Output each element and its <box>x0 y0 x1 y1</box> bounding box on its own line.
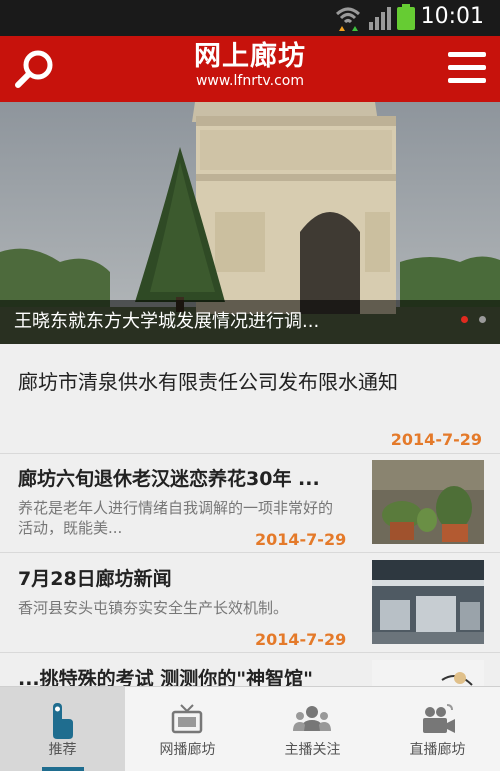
tab-label: 主播关注 <box>284 742 341 758</box>
wifi-icon <box>335 7 361 31</box>
article-title: 廊坊市清泉供水有限责任公司发布限水通知 <box>18 370 398 394</box>
article-title: ...挑特殊的考试 测测你的"神智馆" <box>18 668 314 686</box>
hero-carousel[interactable]: 王晓东就东方大学城发展情况进行调... <box>0 102 500 344</box>
carousel-indicator <box>455 308 486 327</box>
tab-label: 网播廊坊 <box>159 742 216 758</box>
status-bar: 10:01 <box>0 0 500 36</box>
menu-icon[interactable] <box>448 50 486 86</box>
active-tab-indicator <box>42 767 84 771</box>
tab-recommend[interactable]: 推荐 <box>0 687 125 771</box>
article-date: 2014-7-29 <box>390 430 482 449</box>
carousel-dot <box>479 316 486 323</box>
article-date: 2014-7-29 <box>255 630 347 649</box>
battery-icon <box>397 4 415 30</box>
app-url: www.lfnrtv.com <box>195 73 304 89</box>
article-thumbnail <box>372 560 484 644</box>
news-list: 廊坊市清泉供水有限责任公司发布限水通知 2014-7-29 廊坊六旬退休老汉迷恋… <box>0 344 500 686</box>
app-title: 网上廊坊 <box>194 41 306 72</box>
list-item[interactable]: ...挑特殊的考试 测测你的"神智馆" <box>0 654 500 686</box>
app-header: 网上廊坊 www.lfnrtv.com <box>0 36 500 102</box>
signal-icon <box>369 7 391 30</box>
article-date: 2014-7-29 <box>255 530 347 549</box>
article-summary: 香河县安头屯镇夯实安全生产长效机制。 <box>18 599 289 617</box>
hero-caption[interactable]: 王晓东就东方大学城发展情况进行调... <box>0 300 500 344</box>
article-thumbnail <box>372 460 484 544</box>
tab-label: 推荐 <box>48 742 77 758</box>
article-title: 廊坊六旬退休老汉迷恋养花30年 ... <box>18 468 320 490</box>
list-item[interactable]: 7月28日廊坊新闻 香河县安头屯镇夯实安全生产长效机制。 2014-7-29 <box>0 554 500 653</box>
list-item[interactable]: 廊坊六旬退休老汉迷恋养花30年 ... 养花是老年人进行情绪自我调解的一项非常好… <box>0 454 500 553</box>
carousel-dot-active <box>460 316 468 323</box>
video-camera-icon <box>423 704 455 733</box>
bottom-tab-bar: 推荐 网播廊坊 主播关注 直播廊坊 <box>0 686 500 771</box>
article-thumbnail <box>372 660 484 686</box>
clock: 10:01 <box>420 4 484 29</box>
tab-anchor-follow[interactable]: 主播关注 <box>250 687 375 771</box>
hand-tap-icon <box>53 703 73 739</box>
tv-icon <box>171 704 203 734</box>
article-title: 7月28日廊坊新闻 <box>18 568 172 590</box>
list-item[interactable]: 廊坊市清泉供水有限责任公司发布限水通知 2014-7-29 <box>0 344 500 454</box>
tab-web-broadcast[interactable]: 网播廊坊 <box>125 687 250 771</box>
tab-live-langfang[interactable]: 直播廊坊 <box>375 687 500 771</box>
app-logo: 网上廊坊 www.lfnrtv.com <box>0 42 500 90</box>
people-icon <box>293 706 331 731</box>
tab-label: 直播廊坊 <box>409 742 466 758</box>
